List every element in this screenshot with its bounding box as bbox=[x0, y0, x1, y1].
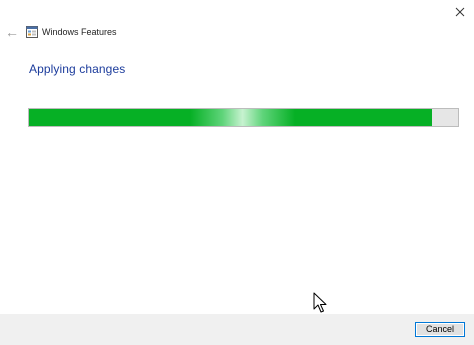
cancel-button[interactable]: Cancel bbox=[415, 322, 465, 337]
progress-bar bbox=[28, 108, 459, 127]
footer-bar bbox=[0, 314, 474, 345]
windows-features-icon bbox=[26, 25, 38, 38]
window-title: Windows Features bbox=[42, 27, 117, 37]
back-arrow-icon[interactable]: ← bbox=[4, 24, 20, 40]
mouse-cursor-icon bbox=[313, 292, 329, 314]
page-heading: Applying changes bbox=[29, 62, 126, 76]
progress-fill bbox=[29, 109, 433, 126]
close-icon[interactable] bbox=[452, 4, 468, 20]
title-bar: ← Windows Features bbox=[0, 0, 474, 40]
windows-features-dialog: ← Windows Features Applying changes Canc… bbox=[0, 0, 474, 345]
